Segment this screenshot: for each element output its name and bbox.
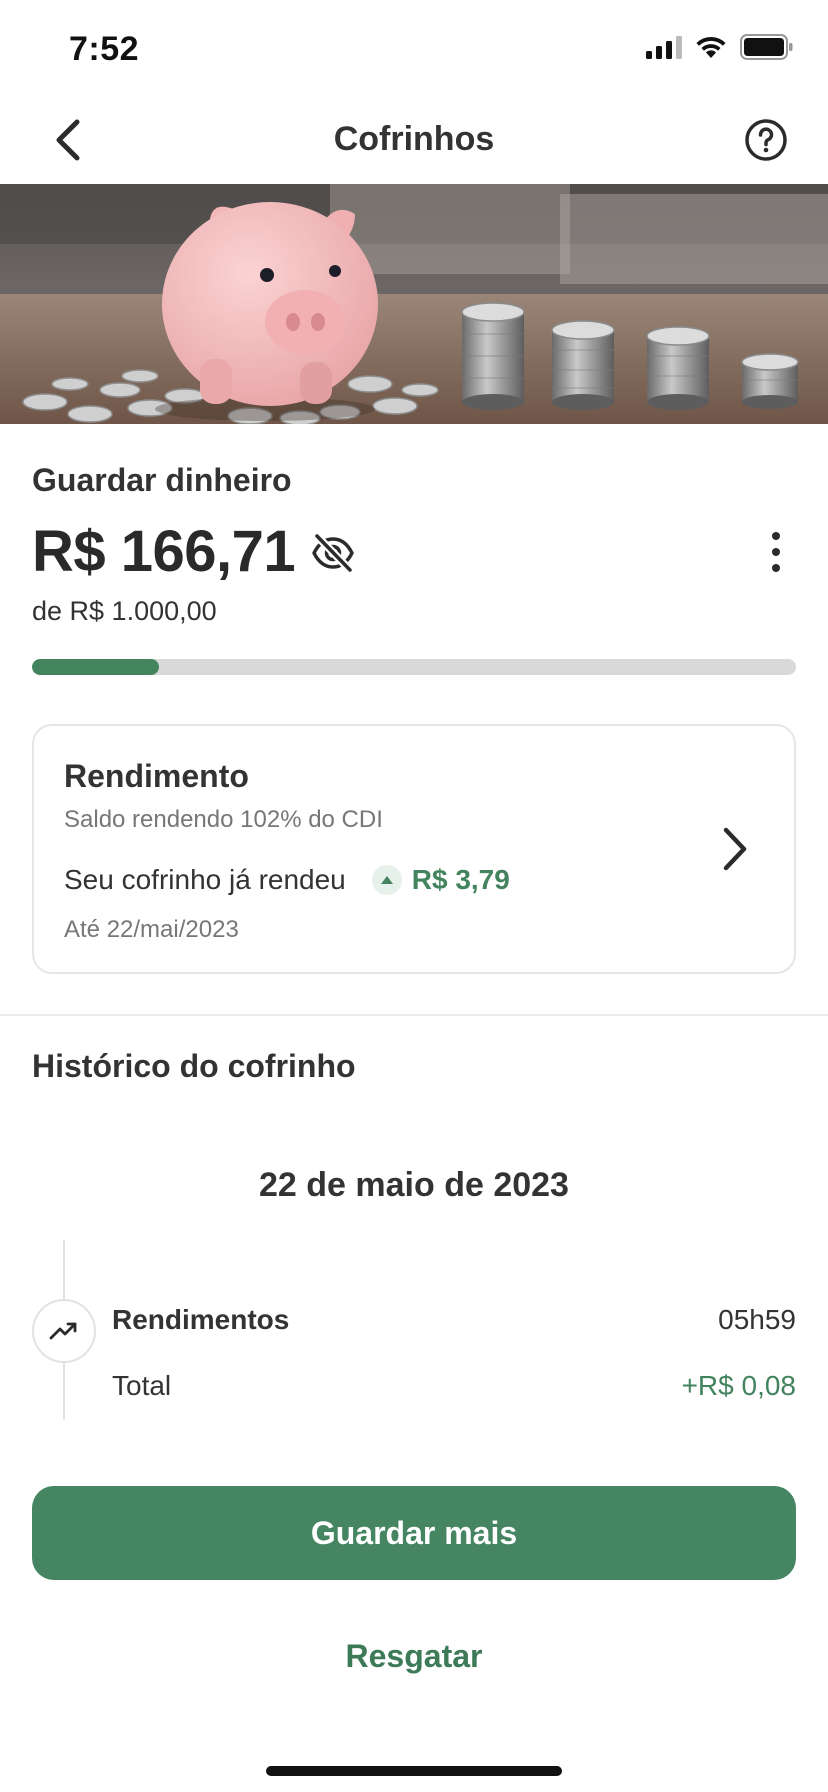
yield-title: Rendimento xyxy=(64,758,249,794)
arrow-up-icon xyxy=(371,865,402,895)
banner-image xyxy=(0,184,828,424)
eye-off-icon[interactable] xyxy=(310,530,356,576)
section-divider xyxy=(0,1014,828,1016)
signal-icon xyxy=(646,36,682,59)
chevron-right-icon xyxy=(723,827,747,871)
yield-card[interactable]: Rendimento Saldo rendendo 102% do CDI Se… xyxy=(32,724,796,974)
yield-subtitle: Saldo rendendo 102% do CDI xyxy=(64,806,383,833)
goal-progress-fill xyxy=(32,659,160,675)
history-entry-time: 05h59 xyxy=(718,1304,796,1335)
nav-bar: Cofrinhos xyxy=(0,96,828,184)
history-entry-total-label: Total xyxy=(112,1370,172,1401)
yield-earned-row: Seu cofrinho já rendeu R$ 3,79 xyxy=(64,864,510,896)
goal-name: Guardar dinheiro xyxy=(32,462,292,498)
more-vertical-icon[interactable] xyxy=(764,528,788,576)
yield-earned-value: R$ 3,79 xyxy=(411,864,510,895)
goal-progress-bar xyxy=(32,659,796,675)
page-title: Cofrinhos xyxy=(333,120,495,158)
goal-target: de R$ 1.000,00 xyxy=(32,596,217,626)
home-indicator xyxy=(266,1766,562,1776)
status-bar: 7:52 xyxy=(0,0,828,96)
yield-earned-label: Seu cofrinho já rendeu xyxy=(64,864,346,895)
wifi-icon xyxy=(696,36,726,58)
balance-amount: R$ 166,71 xyxy=(32,519,296,584)
trending-up-icon xyxy=(32,1299,96,1363)
question-circle-icon[interactable] xyxy=(742,116,790,164)
withdraw-button[interactable]: Resgatar xyxy=(0,1638,828,1675)
battery-icon xyxy=(740,34,793,60)
history-date-header: 22 de maio de 2023 xyxy=(259,1166,569,1204)
history-entry-total-value: +R$ 0,08 xyxy=(681,1370,796,1401)
yield-until-date: Até 22/mai/2023 xyxy=(64,916,239,943)
status-time: 7:52 xyxy=(69,30,140,68)
save-more-button[interactable]: Guardar mais xyxy=(32,1486,796,1580)
history-title: Histórico do cofrinho xyxy=(32,1048,356,1084)
status-icons xyxy=(646,34,794,60)
history-entry-title: Rendimentos xyxy=(112,1304,290,1335)
